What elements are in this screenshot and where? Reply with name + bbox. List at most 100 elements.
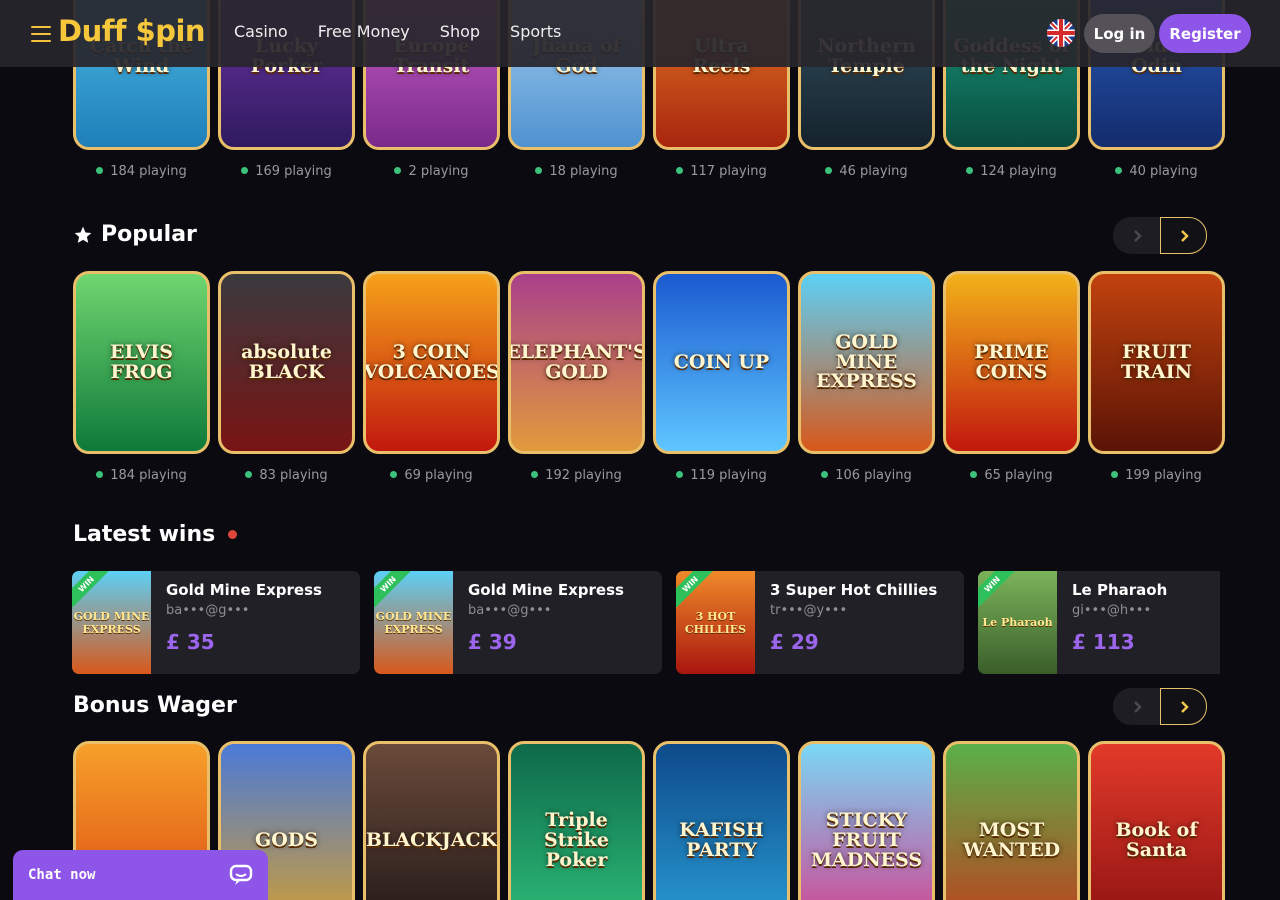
players-count: 46 playing — [798, 164, 935, 179]
win-amount: £ 39 — [468, 630, 517, 654]
game-thumbnail[interactable]: ELEPHANT'S GOLD — [508, 271, 645, 454]
uk-flag-icon[interactable] — [1047, 19, 1075, 47]
players-count: 184 playing — [73, 468, 210, 483]
latest-wins-list: GOLD MINE EXPRESS WIN Gold Mine Express ba… — [72, 571, 1220, 674]
online-dot-icon — [394, 167, 402, 174]
online-dot-icon — [245, 471, 253, 478]
top-header: Duff $pin Casino Free Money Shop Sports … — [0, 0, 1280, 67]
game-tile[interactable]: STICKY FRUIT MADNESS — [798, 741, 935, 900]
next-arrow-icon[interactable] — [1160, 688, 1207, 725]
players-count: 119 playing — [653, 468, 790, 483]
win-game-thumbnail[interactable]: 3 HOT CHILLIES WIN — [676, 571, 755, 674]
win-card[interactable]: Le Pharaoh WIN Le Pharaoh gi•••@h••• £ 113 — [978, 571, 1220, 674]
bonus-wager-title: Bonus Wager — [73, 693, 237, 718]
game-thumbnail[interactable]: Book of Santa — [1088, 741, 1225, 900]
game-tile[interactable]: COIN UP 119 playing — [653, 271, 790, 483]
win-game-name: Gold Mine Express — [468, 581, 624, 599]
players-count: 184 playing — [73, 164, 210, 179]
win-user: ba•••@g••• — [166, 603, 250, 618]
game-thumbnail[interactable]: STICKY FRUIT MADNESS — [798, 741, 935, 900]
players-count: 40 playing — [1088, 164, 1225, 179]
players-count: 169 playing — [218, 164, 355, 179]
win-user: tr•••@y••• — [770, 603, 848, 618]
win-game-thumbnail[interactable]: Le Pharaoh WIN — [978, 571, 1057, 674]
chat-widget[interactable]: Chat now — [13, 850, 268, 900]
players-count: 117 playing — [653, 164, 790, 179]
popular-carousel-controls — [1113, 217, 1207, 254]
nav-free-money[interactable]: Free Money — [318, 22, 410, 41]
players-count: 69 playing — [363, 468, 500, 483]
game-tile[interactable]: ELVIS FROG 184 playing — [73, 271, 210, 483]
players-count: 65 playing — [943, 468, 1080, 483]
online-dot-icon — [821, 471, 829, 478]
online-dot-icon — [676, 471, 684, 478]
game-tile[interactable]: absolute BLACK 83 playing — [218, 271, 355, 483]
game-tile[interactable]: PRIME COINS 65 playing — [943, 271, 1080, 483]
game-tile[interactable]: Triple Strike Poker — [508, 741, 645, 900]
online-dot-icon — [1111, 471, 1119, 478]
online-dot-icon — [966, 167, 974, 174]
players-count: 124 playing — [943, 164, 1080, 179]
live-dot-icon — [228, 530, 238, 539]
win-amount: £ 113 — [1072, 630, 1135, 654]
players-count: 18 playing — [508, 164, 645, 179]
win-user: gi•••@h••• — [1072, 603, 1152, 618]
game-tile[interactable]: BLACKJACK — [363, 741, 500, 900]
win-card[interactable]: GOLD MINE EXPRESS WIN Gold Mine Express ba… — [374, 571, 662, 674]
nav-shop[interactable]: Shop — [440, 22, 480, 41]
game-thumbnail[interactable]: KAFISH PARTY — [653, 741, 790, 900]
game-thumbnail[interactable]: Triple Strike Poker — [508, 741, 645, 900]
win-game-thumbnail[interactable]: GOLD MINE EXPRESS WIN — [374, 571, 453, 674]
players-count: 192 playing — [508, 468, 645, 483]
win-game-name: Gold Mine Express — [166, 581, 322, 599]
online-dot-icon — [535, 167, 543, 174]
prev-arrow-icon[interactable] — [1113, 688, 1160, 725]
win-card[interactable]: GOLD MINE EXPRESS WIN Gold Mine Express ba… — [72, 571, 360, 674]
win-game-name: Le Pharaoh — [1072, 581, 1168, 599]
game-tile[interactable]: KAFISH PARTY — [653, 741, 790, 900]
game-tile[interactable]: GOLD MINE EXPRESS 106 playing — [798, 271, 935, 483]
popular-games-row: ELVIS FROG 184 playing absolute BLACK 83 p… — [73, 271, 1225, 483]
win-ribbon: WIN — [374, 571, 412, 608]
main-nav: Casino Free Money Shop Sports — [234, 22, 561, 41]
online-dot-icon — [241, 167, 249, 174]
win-amount: £ 35 — [166, 630, 215, 654]
game-thumbnail[interactable]: GOLD MINE EXPRESS — [798, 271, 935, 454]
login-button[interactable]: Log in — [1084, 14, 1155, 53]
game-thumbnail[interactable]: BLACKJACK — [363, 741, 500, 900]
chat-bubble-icon — [229, 864, 253, 885]
game-thumbnail[interactable]: 3 COIN VOLCANOES — [363, 271, 500, 454]
game-tile[interactable]: FRUIT TRAIN 199 playing — [1088, 271, 1225, 483]
register-button[interactable]: Register — [1159, 14, 1251, 53]
win-game-thumbnail[interactable]: GOLD MINE EXPRESS WIN — [72, 571, 151, 674]
menu-icon[interactable] — [31, 26, 51, 42]
game-thumbnail[interactable]: FRUIT TRAIN — [1088, 271, 1225, 454]
game-tile[interactable]: ELEPHANT'S GOLD 192 playing — [508, 271, 645, 483]
win-ribbon: WIN — [978, 571, 1016, 608]
game-thumbnail[interactable]: PRIME COINS — [943, 271, 1080, 454]
win-card[interactable]: 3 HOT CHILLIES WIN 3 Super Hot Chillies tr… — [676, 571, 964, 674]
nav-sports[interactable]: Sports — [510, 22, 561, 41]
game-tile[interactable]: MOST WANTED — [943, 741, 1080, 900]
online-dot-icon — [1115, 167, 1123, 174]
prev-arrow-icon[interactable] — [1113, 217, 1160, 254]
game-thumbnail[interactable]: ELVIS FROG — [73, 271, 210, 454]
game-thumbnail[interactable]: absolute BLACK — [218, 271, 355, 454]
players-count: 83 playing — [218, 468, 355, 483]
online-dot-icon — [390, 471, 398, 478]
popular-section-title: Popular — [73, 222, 197, 247]
game-thumbnail[interactable]: MOST WANTED — [943, 741, 1080, 900]
players-count: 2 playing — [363, 164, 500, 179]
win-amount: £ 29 — [770, 630, 819, 654]
game-tile[interactable]: 3 COIN VOLCANOES 69 playing — [363, 271, 500, 483]
nav-casino[interactable]: Casino — [234, 22, 288, 41]
bonus-carousel-controls — [1113, 688, 1207, 725]
star-icon — [74, 226, 92, 243]
win-user: ba•••@g••• — [468, 603, 552, 618]
win-ribbon: WIN — [72, 571, 110, 608]
site-logo[interactable]: Duff $pin — [58, 14, 206, 48]
game-tile[interactable]: Book of Santa — [1088, 741, 1225, 900]
online-dot-icon — [676, 167, 684, 174]
next-arrow-icon[interactable] — [1160, 217, 1207, 254]
game-thumbnail[interactable]: COIN UP — [653, 271, 790, 454]
